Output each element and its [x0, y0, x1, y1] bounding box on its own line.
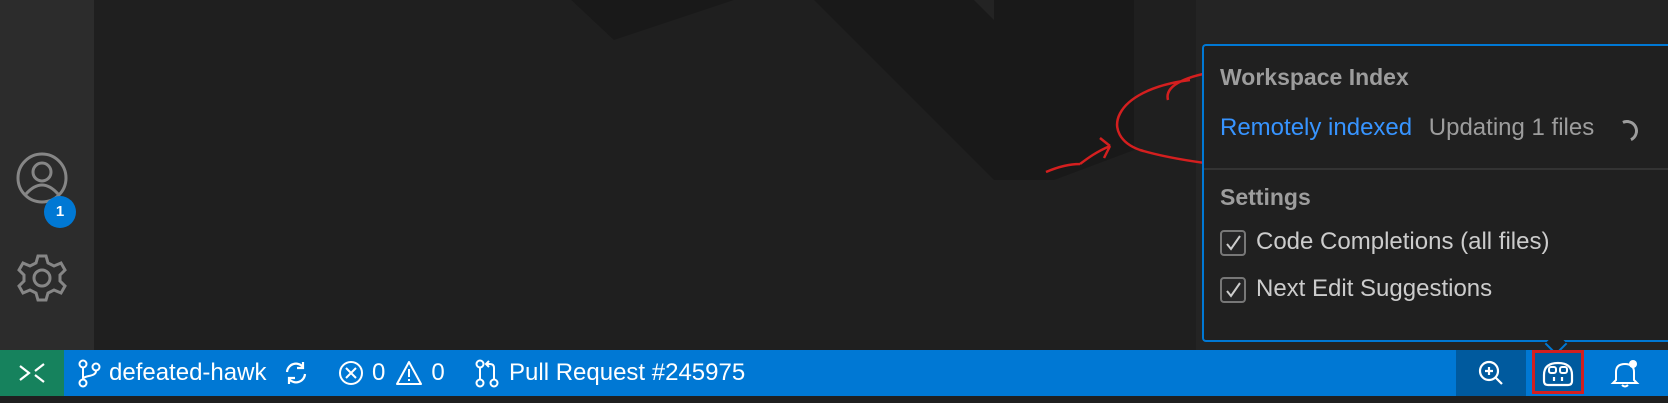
settings-title: Settings: [1220, 184, 1311, 210]
copilot-status-button[interactable]: [1532, 350, 1584, 394]
sync-icon: [285, 362, 307, 384]
sync-button[interactable]: [282, 350, 310, 396]
warning-icon: [396, 361, 423, 385]
pull-request-item[interactable]: Pull Request #245975: [474, 350, 745, 396]
code-completions-label: Code Completions (all files): [1256, 228, 1550, 255]
code-completions-setting[interactable]: Code Completions (all files): [1220, 228, 1549, 256]
next-edit-suggestions-label: Next Edit Suggestions: [1256, 275, 1493, 302]
editor-area: [94, 0, 1196, 350]
gear-icon[interactable]: [14, 250, 70, 306]
branch-name: defeated-hawk: [109, 359, 267, 386]
copilot-icon: [1542, 361, 1574, 387]
error-icon: [339, 361, 363, 385]
index-status-text: Updating 1 files: [1428, 114, 1595, 141]
accounts-badge: 1: [44, 196, 76, 228]
zoom-button[interactable]: [1456, 350, 1526, 396]
problems-item[interactable]: 0 0: [338, 350, 445, 396]
loading-spinner-icon: [1612, 116, 1642, 146]
branch-item[interactable]: defeated-hawk: [76, 350, 266, 396]
notifications-button[interactable]: [1610, 350, 1640, 396]
remote-indicator[interactable]: [0, 350, 64, 396]
error-count: 0: [372, 359, 386, 386]
workspace-index-row: Remotely indexed Updating 1 files: [1220, 114, 1594, 142]
remote-icon: [19, 363, 45, 383]
next-edit-suggestions-checkbox[interactable]: [1220, 276, 1246, 303]
copilot-status-popup: Workspace Index Remotely indexed Updatin…: [1202, 44, 1668, 342]
bell-icon: [1610, 360, 1640, 388]
vscode-watermark-icon: [571, 0, 1134, 180]
zoom-icon: [1478, 360, 1503, 385]
warning-count: 0: [431, 359, 445, 386]
section-divider: [1204, 168, 1668, 170]
check-icon: [1226, 235, 1241, 251]
code-completions-checkbox[interactable]: [1220, 229, 1246, 256]
pull-request-label: Pull Request #245975: [509, 359, 746, 386]
status-bar: defeated-hawk 0 0 Pull Request #245975: [0, 350, 1668, 396]
pull-request-icon: [475, 359, 499, 388]
next-edit-suggestions-setting[interactable]: Next Edit Suggestions: [1220, 275, 1492, 303]
remotely-indexed-link[interactable]: Remotely indexed: [1220, 114, 1412, 141]
branch-icon: [78, 359, 101, 388]
check-icon: [1226, 282, 1241, 298]
workspace-index-title: Workspace Index: [1220, 64, 1409, 90]
activity-bar: 1: [0, 0, 94, 350]
